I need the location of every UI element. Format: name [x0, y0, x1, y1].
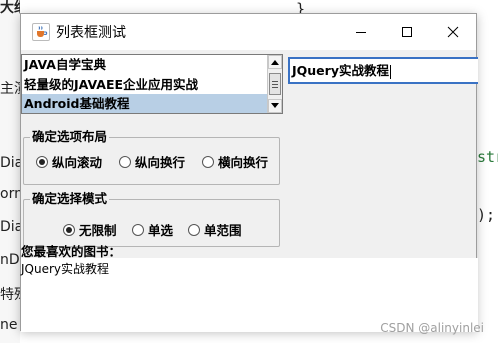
- code-fragment: str: [477, 148, 498, 166]
- code-fragment: );: [477, 206, 496, 224]
- close-icon: [447, 26, 459, 38]
- radio-unlimited[interactable]: 无限制: [63, 220, 117, 239]
- radio-vertical-wrap[interactable]: 纵向换行: [119, 152, 185, 171]
- close-button[interactable]: [430, 14, 476, 50]
- arrow-down-icon: [271, 103, 279, 108]
- radio-label: 无限制: [79, 223, 117, 238]
- outline-fragment: Dia: [0, 155, 20, 171]
- watermark-text: CSDN @alinyinlei: [380, 321, 484, 335]
- minimize-icon: [356, 32, 366, 33]
- mode-group-title: 确定选择模式: [30, 191, 110, 207]
- list-item-selected[interactable]: Android基础教程: [22, 94, 268, 113]
- radio-label: 纵向换行: [135, 155, 186, 170]
- minimize-button[interactable]: [338, 14, 384, 50]
- selection-mode-group: 确定选择模式 无限制 单选 单范围: [23, 191, 280, 247]
- favorite-value: JQuery实战教程: [21, 262, 110, 276]
- layout-option-group: 确定选项布局 纵向滚动 纵向换行 横向换行: [23, 129, 280, 185]
- maximize-icon: [402, 27, 412, 37]
- outline-fragment: 特殊: [0, 287, 20, 303]
- outline-fragment: 主演: [0, 81, 20, 97]
- radio-button-selected[interactable]: [36, 155, 48, 168]
- scroll-down-button[interactable]: [268, 99, 282, 113]
- radio-button[interactable]: [132, 223, 144, 236]
- outline-fragment: Dia: [0, 219, 20, 235]
- outline-fragment: nDu: [0, 252, 20, 268]
- window-title: 列表框测试: [56, 25, 126, 41]
- scroll-up-button[interactable]: [268, 55, 282, 69]
- radio-button[interactable]: [188, 223, 200, 236]
- book-text-field[interactable]: JQuery实战教程: [288, 57, 478, 84]
- radio-button[interactable]: [202, 155, 214, 168]
- radio-vertical-scroll[interactable]: 纵向滚动: [36, 152, 102, 171]
- list-scrollbar[interactable]: [267, 55, 282, 113]
- list-item[interactable]: JAVA自学宝典: [22, 55, 268, 75]
- layout-group-title: 确定选项布局: [30, 129, 110, 145]
- scroll-thumb[interactable]: [269, 73, 281, 95]
- radio-single-range[interactable]: 单范围: [188, 220, 242, 239]
- book-list[interactable]: JAVA自学宝典 轻量级的JAVAEE企业应用实战 Android基础教程: [21, 54, 283, 114]
- ide-outline-panel: 大纲 主演 Dia orml Dia nDu 特殊 ne: [0, 0, 20, 343]
- outline-fragment: orml: [0, 186, 20, 202]
- text-field-value: JQuery实战教程: [292, 63, 389, 78]
- radio-label: 单选: [148, 223, 174, 238]
- list-test-window: 列表框测试 JAVA自学宝典 轻量级的JAVAEE企业应用实战 Android基…: [20, 13, 478, 332]
- radio-single[interactable]: 单选: [132, 220, 173, 239]
- radio-label: 横向换行: [218, 155, 269, 170]
- title-bar[interactable]: 列表框测试: [21, 14, 476, 50]
- radio-label: 纵向滚动: [52, 155, 103, 170]
- radio-button-selected[interactable]: [63, 223, 75, 236]
- list-item[interactable]: 轻量级的JAVAEE企业应用实战: [22, 75, 268, 95]
- arrow-up-icon: [271, 60, 279, 65]
- text-caret: [389, 64, 391, 79]
- maximize-button[interactable]: [384, 14, 430, 50]
- outline-heading: 大纲: [0, 0, 20, 16]
- radio-horizontal-wrap[interactable]: 横向换行: [202, 152, 268, 171]
- radio-button[interactable]: [119, 155, 131, 168]
- window-content: JAVA自学宝典 轻量级的JAVAEE企业应用实战 Android基础教程 JQ…: [21, 50, 478, 332]
- outline-fragment: ne: [0, 317, 18, 333]
- java-coffee-icon[interactable]: [32, 23, 50, 41]
- radio-label: 单范围: [204, 223, 242, 238]
